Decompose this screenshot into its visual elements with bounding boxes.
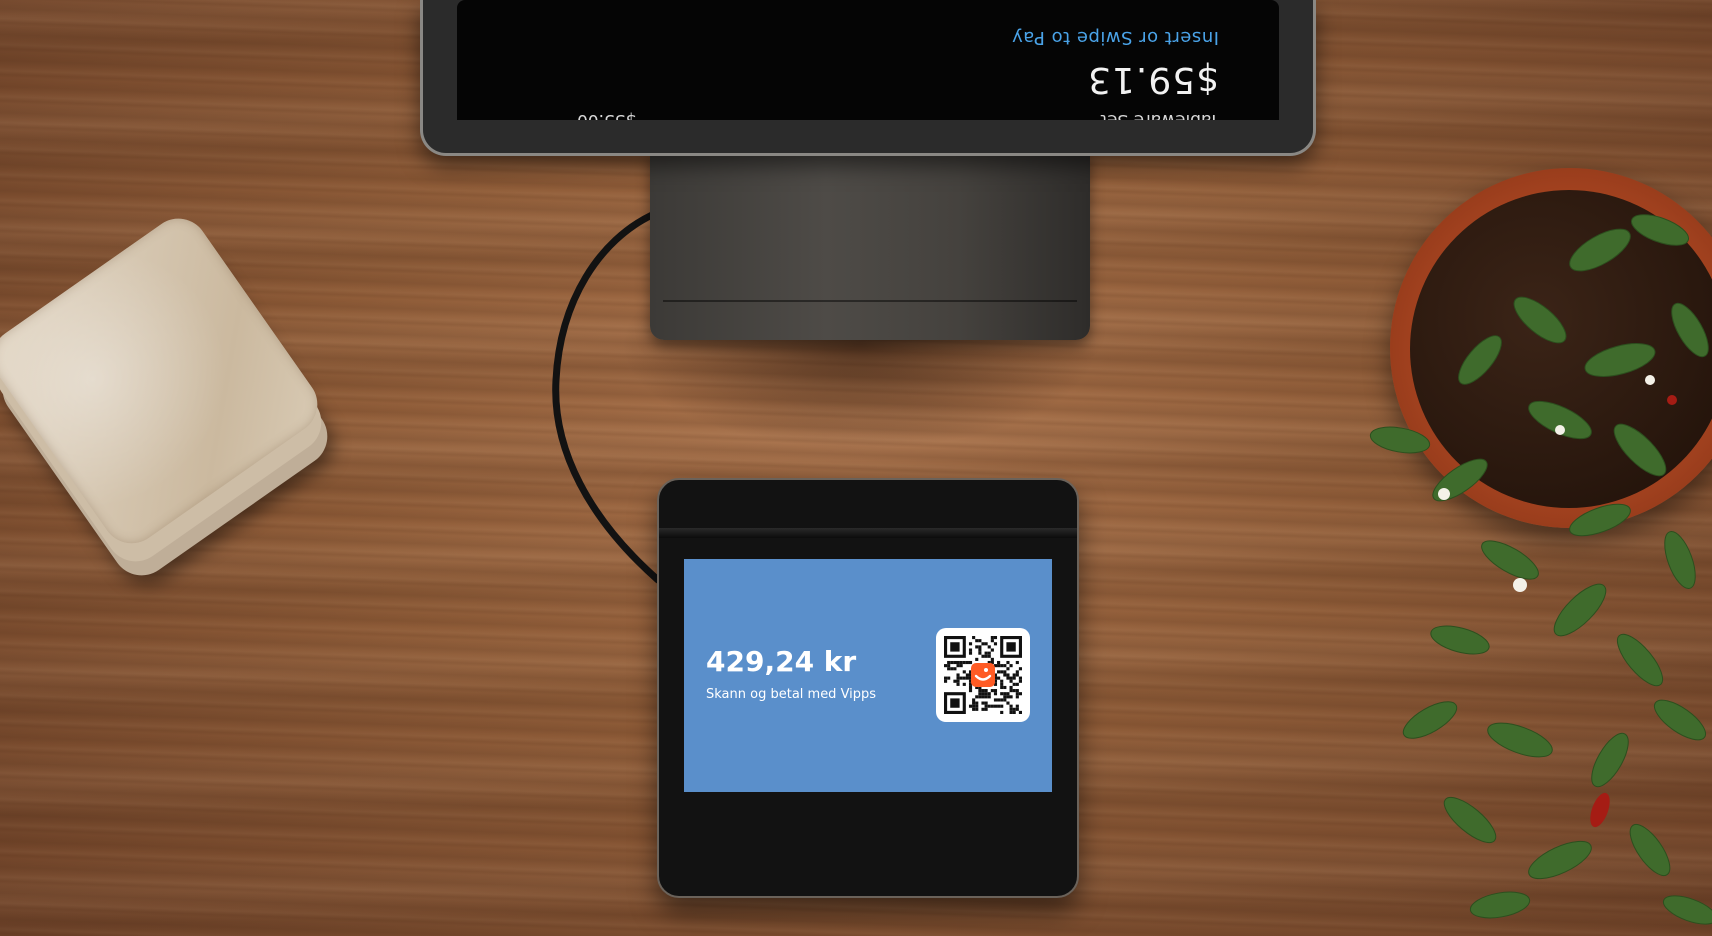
- plant-soil: [1410, 190, 1712, 508]
- vipps-qr-code[interactable]: [936, 628, 1030, 722]
- terminal-screen: 429,24 kr Skann og betal med Vipps: [684, 559, 1052, 792]
- display-stand: [650, 150, 1090, 340]
- customer-display: Tableware Set $35.00 $59.13 Insert or Sw…: [420, 0, 1316, 156]
- customer-display-screen: Tableware Set $35.00 $59.13 Insert or Sw…: [457, 0, 1279, 120]
- stand-base-edge: [663, 300, 1077, 302]
- vipps-smile-icon: [971, 663, 995, 687]
- photo-scene: Tableware Set $35.00 $59.13 Insert or Sw…: [0, 0, 1712, 936]
- display-total: $59.13: [1087, 59, 1219, 100]
- terminal-hinge: [657, 528, 1079, 538]
- payment-instruction: Skann og betal med Vipps: [706, 687, 877, 702]
- display-item-name: Tableware Set: [1100, 110, 1219, 120]
- payment-amount: 429,24 kr: [706, 645, 857, 678]
- display-item-price: $35.00: [577, 110, 637, 120]
- qr-code-icon: [944, 636, 1022, 714]
- display-pay-prompt: Insert or Swipe to Pay: [1011, 27, 1219, 48]
